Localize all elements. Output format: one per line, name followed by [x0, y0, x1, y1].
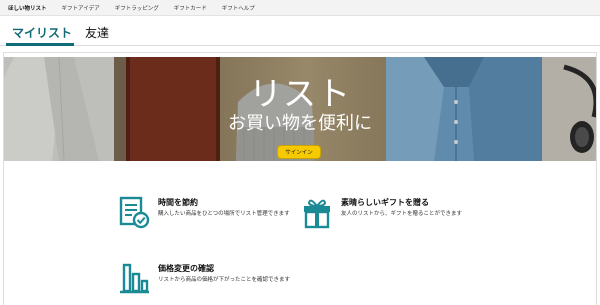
active-tab-indicator [6, 43, 74, 46]
feature-description: リストから商品の価格が下がったことを確認できます [158, 277, 291, 283]
wishlist-intro-card: リスト お買い物を便利に サインイン [3, 52, 597, 305]
hero-subtitle: お買い物を便利に [228, 113, 372, 134]
nav-gift-help[interactable]: ギフトヘルプ [222, 4, 255, 12]
feature-description: 購入したい商品をひとつの場所でリスト管理できます [158, 211, 290, 217]
document-check-icon [118, 195, 150, 229]
feature-title: 価格変更の確認 [158, 264, 214, 273]
signin-button[interactable]: サインイン [277, 145, 321, 159]
feature-description: 友人のリストから、ギフトを贈ることができます [341, 211, 463, 217]
gift-icon [301, 195, 333, 229]
tab-friends[interactable]: 友達 [85, 24, 109, 41]
nav-wishlist[interactable]: ほしい物リスト [8, 4, 47, 12]
hero-title: リスト [249, 74, 351, 113]
top-navigation: ほしい物リスト ギフトアイデア ギフトラッピング ギフトカード ギフトヘルプ [0, 0, 600, 16]
tab-my-list[interactable]: マイリスト [12, 24, 72, 41]
feature-title: 素晴らしいギフトを贈る [341, 198, 429, 207]
nav-gift-card[interactable]: ギフトカード [174, 4, 207, 12]
hero-banner: リスト お買い物を便利に サインイン [4, 57, 596, 161]
list-tabs: マイリスト 友達 [0, 16, 600, 46]
nav-gift-wrapping[interactable]: ギフトラッピング [115, 4, 159, 12]
nav-gift-ideas[interactable]: ギフトアイデア [62, 4, 100, 12]
feature-title: 時間を節約 [158, 198, 198, 207]
bar-chart-icon [118, 261, 150, 295]
